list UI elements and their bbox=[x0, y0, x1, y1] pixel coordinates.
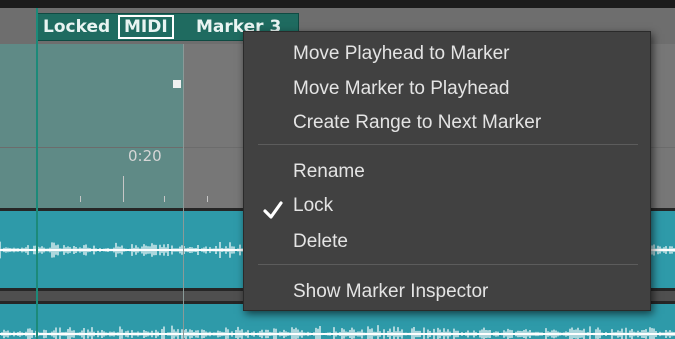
menu-item-delete[interactable]: Delete bbox=[293, 228, 348, 256]
top-strip bbox=[0, 0, 675, 8]
marker-locked-label: Locked bbox=[43, 17, 111, 37]
menu-item-move-marker-to-playhead[interactable]: Move Marker to Playhead bbox=[293, 75, 510, 103]
marker-context-menu: Move Playhead to Marker Move Marker to P… bbox=[243, 31, 651, 311]
marker-midi-badge: MIDI bbox=[118, 15, 174, 39]
ruler-tick bbox=[207, 196, 208, 202]
checkmark-icon bbox=[263, 201, 283, 219]
ruler-tick bbox=[164, 196, 165, 202]
ruler-tick bbox=[80, 196, 81, 202]
menu-separator bbox=[258, 144, 638, 145]
menu-separator bbox=[258, 264, 638, 265]
ruler-selected-region bbox=[0, 44, 183, 212]
ruler-tick bbox=[123, 176, 124, 202]
menu-item-show-marker-inspector[interactable]: Show Marker Inspector bbox=[293, 278, 488, 306]
waveform-2 bbox=[0, 325, 675, 339]
marker-midi-label: MIDI bbox=[124, 17, 168, 37]
ruler-time-label: 0:20 bbox=[128, 147, 162, 165]
menu-item-move-playhead-to-marker[interactable]: Move Playhead to Marker bbox=[293, 40, 510, 68]
region-boundary-line bbox=[183, 44, 184, 339]
menu-item-lock[interactable]: Lock bbox=[293, 192, 333, 220]
menu-item-rename[interactable]: Rename bbox=[293, 158, 365, 186]
region-handle[interactable] bbox=[173, 80, 181, 88]
menu-item-create-range-to-next-marker[interactable]: Create Range to Next Marker bbox=[293, 109, 541, 137]
playhead[interactable] bbox=[36, 8, 38, 339]
